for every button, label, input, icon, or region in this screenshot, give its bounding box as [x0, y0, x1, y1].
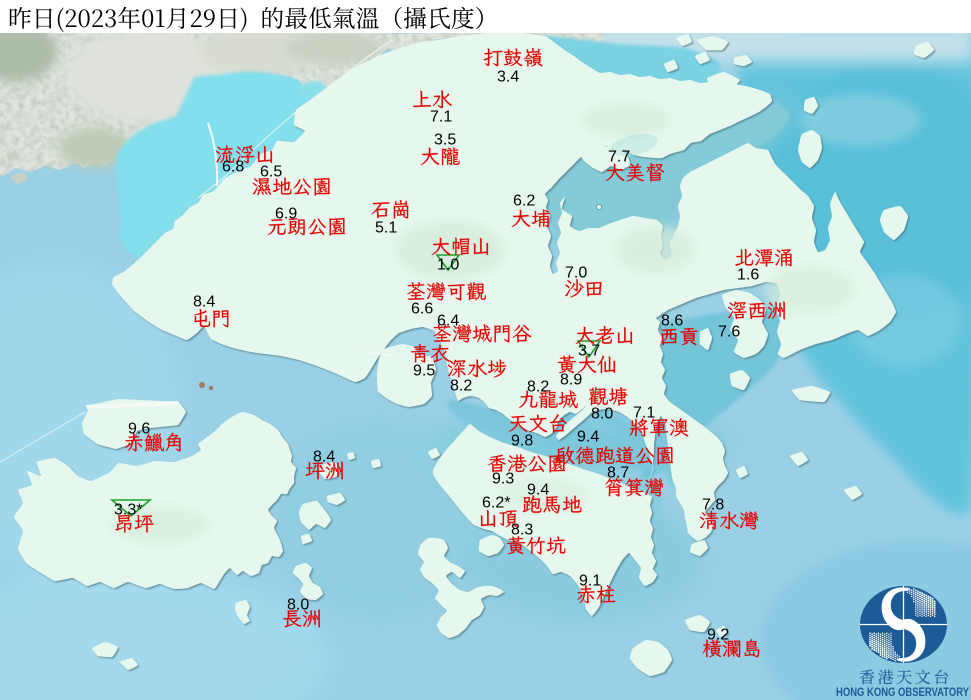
- svg-text:9.3: 9.3: [492, 471, 514, 488]
- svg-text:7.8: 7.8: [702, 497, 724, 514]
- svg-text:8.9: 8.9: [560, 372, 582, 389]
- svg-text:9.8: 9.8: [511, 433, 533, 450]
- svg-text:5.1: 5.1: [375, 220, 397, 237]
- svg-text:8.0: 8.0: [287, 597, 309, 614]
- svg-text:8.4: 8.4: [313, 449, 335, 466]
- svg-text:8.2: 8.2: [450, 378, 472, 395]
- svg-text:6.6: 6.6: [411, 301, 433, 318]
- svg-text:6.2*: 6.2*: [482, 495, 510, 512]
- svg-text:7.1: 7.1: [430, 109, 452, 126]
- svg-text:8.6: 8.6: [661, 313, 683, 330]
- svg-text:9.4: 9.4: [577, 429, 599, 446]
- svg-text:8.0: 8.0: [591, 406, 613, 423]
- svg-text:9.1: 9.1: [579, 573, 601, 590]
- svg-text:9.5: 9.5: [413, 363, 435, 380]
- svg-text:6.8: 6.8: [222, 159, 244, 176]
- svg-text:1.6: 1.6: [737, 267, 759, 284]
- svg-text:8.4: 8.4: [193, 294, 215, 311]
- svg-text:3.4: 3.4: [497, 69, 519, 86]
- svg-text:7.1: 7.1: [633, 405, 655, 422]
- svg-text:9.4: 9.4: [527, 482, 549, 499]
- svg-text:3.3*: 3.3*: [114, 502, 142, 519]
- svg-text:8.2: 8.2: [527, 379, 549, 396]
- svg-text:7.7: 7.7: [608, 149, 630, 166]
- svg-text:8.3: 8.3: [511, 522, 533, 539]
- svg-text:6.4: 6.4: [437, 313, 459, 330]
- svg-text:7.0: 7.0: [565, 265, 587, 282]
- svg-text:HONG KONG OBSERVATORY: HONG KONG OBSERVATORY: [836, 685, 969, 699]
- svg-text:9.2: 9.2: [707, 627, 729, 644]
- svg-text:6.2: 6.2: [513, 193, 535, 210]
- svg-text:3.5: 3.5: [434, 132, 456, 149]
- svg-text:3.7: 3.7: [578, 343, 600, 360]
- svg-text:1.0: 1.0: [437, 257, 459, 274]
- svg-text:7.6: 7.6: [718, 324, 740, 341]
- svg-text:8.7: 8.7: [607, 465, 629, 482]
- svg-text:6.9: 6.9: [275, 206, 297, 223]
- svg-text:9.6: 9.6: [128, 421, 150, 438]
- svg-text:6.5: 6.5: [260, 164, 282, 181]
